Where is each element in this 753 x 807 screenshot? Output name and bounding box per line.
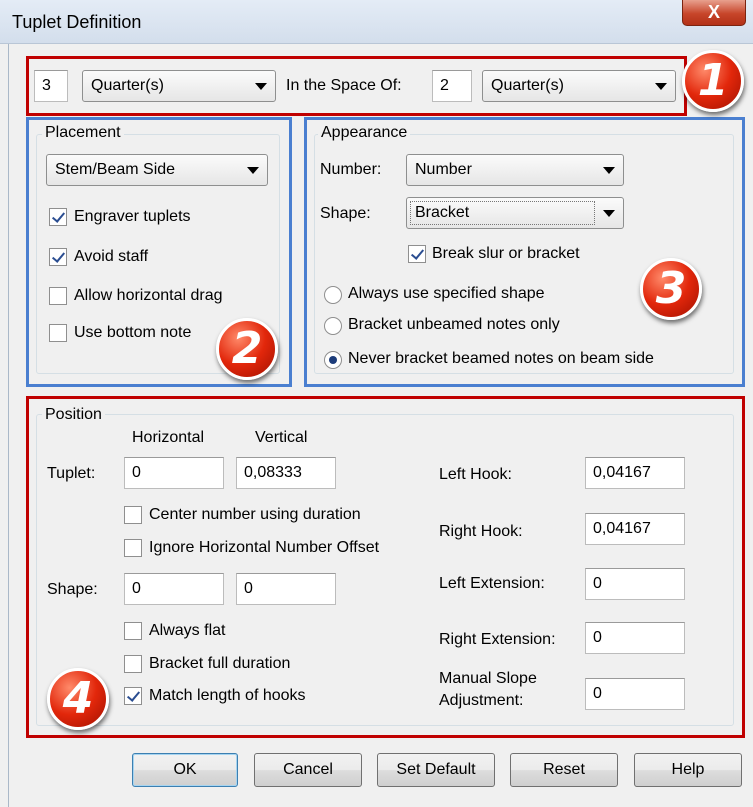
shape-position-label: Shape: (47, 581, 98, 598)
in-the-space-of-label: In the Space Of: (286, 77, 402, 94)
always-use-shape-radio[interactable] (324, 286, 342, 304)
space-count-input[interactable]: 2 (432, 70, 472, 102)
bracket-unbeamed-label: Bracket unbeamed notes only (348, 316, 560, 333)
tuplet-horizontal-input[interactable]: 0 (124, 457, 224, 489)
always-flat-checkbox[interactable] (124, 622, 142, 640)
engraver-tuplets-label: Engraver tuplets (74, 208, 191, 225)
placement-group-label: Placement (42, 124, 124, 142)
shape-select[interactable]: Bracket (406, 197, 624, 229)
cancel-button[interactable]: Cancel (254, 753, 362, 787)
engraver-tuplets-checkbox[interactable] (49, 208, 67, 226)
never-bracket-beamed-radio[interactable] (324, 351, 342, 369)
close-button[interactable]: X (682, 0, 746, 26)
left-extension-label: Left Extension: (439, 575, 545, 592)
bracket-full-duration-label: Bracket full duration (149, 655, 291, 672)
tuplet-unit-value: Quarter(s) (91, 77, 164, 94)
number-select[interactable]: Number (406, 154, 624, 186)
tuplet-unit-select[interactable]: Quarter(s) (82, 70, 276, 102)
chevron-down-icon (247, 167, 259, 174)
space-unit-value: Quarter(s) (491, 77, 564, 94)
placement-side-select[interactable]: Stem/Beam Side (46, 154, 268, 186)
right-hook-label: Right Hook: (439, 523, 523, 540)
chevron-down-icon (603, 210, 615, 217)
manual-slope-label-line1: Manual Slope (439, 670, 537, 687)
shape-label: Shape: (320, 205, 371, 222)
allow-horizontal-drag-label: Allow horizontal drag (74, 287, 223, 304)
tuplet-vertical-input[interactable]: 0,08333 (236, 457, 336, 489)
shape-value: Bracket (410, 201, 595, 225)
always-use-shape-label: Always use specified shape (348, 285, 545, 302)
break-slur-label: Break slur or bracket (432, 245, 580, 262)
set-default-button[interactable]: Set Default (377, 753, 495, 787)
tuplet-count-input[interactable]: 3 (34, 70, 68, 102)
callout-badge-2: 2 (216, 318, 278, 380)
manual-slope-input[interactable]: 0 (585, 678, 685, 710)
callout-badge-3: 3 (640, 258, 702, 320)
bracket-unbeamed-radio[interactable] (324, 317, 342, 335)
chevron-down-icon (255, 83, 267, 90)
left-extension-input[interactable]: 0 (585, 568, 685, 600)
avoid-staff-checkbox[interactable] (49, 248, 67, 266)
bracket-full-duration-checkbox[interactable] (124, 655, 142, 673)
ok-button[interactable]: OK (132, 753, 238, 787)
help-button[interactable]: Help (634, 753, 742, 787)
number-label: Number: (320, 161, 382, 178)
chevron-down-icon (655, 83, 667, 90)
vertical-header: Vertical (255, 429, 308, 446)
shape-horizontal-input[interactable]: 0 (124, 573, 224, 605)
appearance-group-label: Appearance (318, 124, 411, 142)
always-flat-label: Always flat (149, 622, 226, 639)
right-extension-input[interactable]: 0 (585, 622, 685, 654)
callout-badge-4: 4 (47, 668, 109, 730)
right-extension-label: Right Extension: (439, 631, 556, 648)
number-value: Number (415, 161, 472, 178)
never-bracket-beamed-label: Never bracket beamed notes on beam side (348, 350, 654, 367)
tuplet-position-label: Tuplet: (47, 465, 96, 482)
allow-horizontal-drag-checkbox[interactable] (49, 287, 67, 305)
match-hooks-checkbox[interactable] (124, 687, 142, 705)
window-title: Tuplet Definition (12, 12, 142, 32)
use-bottom-note-label: Use bottom note (74, 324, 192, 341)
use-bottom-note-checkbox[interactable] (49, 324, 67, 342)
match-hooks-label: Match length of hooks (149, 687, 306, 704)
horizontal-header: Horizontal (132, 429, 205, 446)
close-icon: X (707, 2, 720, 22)
center-number-checkbox[interactable] (124, 506, 142, 524)
right-hook-input[interactable]: 0,04167 (585, 513, 685, 545)
manual-slope-label-line2: Adjustment: (439, 692, 524, 709)
callout-badge-1: 1 (682, 50, 744, 112)
left-hook-input[interactable]: 0,04167 (585, 457, 685, 489)
avoid-staff-label: Avoid staff (74, 248, 149, 265)
ignore-offset-label: Ignore Horizontal Number Offset (149, 539, 380, 556)
break-slur-checkbox[interactable] (408, 245, 426, 263)
space-unit-select[interactable]: Quarter(s) (482, 70, 676, 102)
position-group-label: Position (42, 406, 105, 424)
shape-vertical-input[interactable]: 0 (236, 573, 336, 605)
chevron-down-icon (603, 167, 615, 174)
placement-side-value: Stem/Beam Side (55, 161, 176, 178)
ignore-offset-checkbox[interactable] (124, 539, 142, 557)
center-number-label: Center number using duration (149, 506, 361, 523)
left-hook-label: Left Hook: (439, 466, 512, 483)
reset-button[interactable]: Reset (510, 753, 618, 787)
